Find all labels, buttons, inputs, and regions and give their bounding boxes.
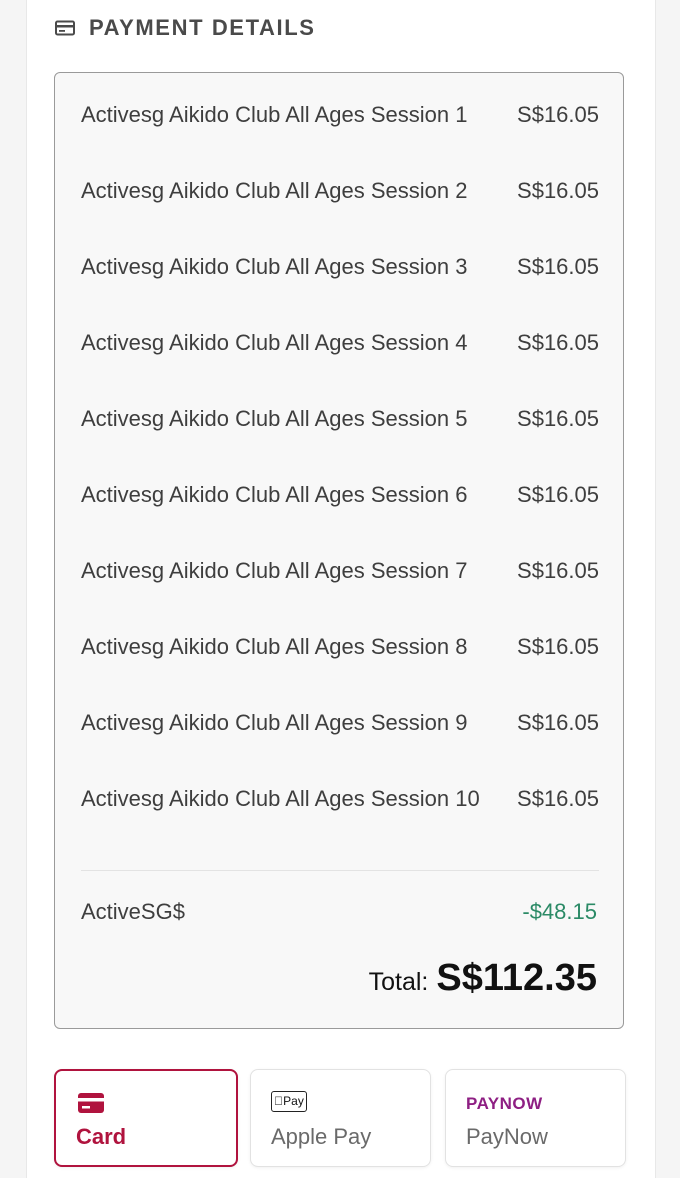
line-item-name: Activesg Aikido Club All Ages Session 8: [81, 634, 468, 659]
section-title: PAYMENT DETAILS: [89, 15, 316, 40]
paynow-button[interactable]: PAYNOW PayNow: [445, 1069, 626, 1167]
payment-panel: PAYMENT DETAILS Activesg Aikido Club All…: [26, 0, 656, 1178]
line-item-price: S$16.05: [517, 558, 599, 583]
section-heading: PAYMENT DETAILS: [55, 14, 316, 42]
paynow-logo: PAYNOW: [466, 1094, 543, 1113]
line-item-price: S$16.05: [517, 406, 599, 431]
line-item: Activesg Aikido Club All Ages Session 10…: [81, 783, 599, 847]
line-item-name: Activesg Aikido Club All Ages Session 5: [81, 406, 468, 431]
line-item: Activesg Aikido Club All Ages Session 4 …: [81, 327, 599, 391]
line-item-price: S$16.05: [517, 634, 599, 659]
order-summary: Activesg Aikido Club All Ages Session 1 …: [54, 72, 624, 1029]
line-item-name: Activesg Aikido Club All Ages Session 7: [81, 558, 468, 583]
line-item: Activesg Aikido Club All Ages Session 3 …: [81, 251, 599, 315]
card-payment-button[interactable]: Card: [54, 1069, 238, 1167]
apple-pay-label: Apple Pay: [271, 1124, 372, 1149]
line-item: Activesg Aikido Club All Ages Session 5 …: [81, 403, 599, 467]
card-payment-label: Card: [76, 1124, 127, 1149]
line-item: Activesg Aikido Club All Ages Session 9 …: [81, 707, 599, 771]
summary-divider: [81, 870, 599, 871]
line-item-price: S$16.05: [517, 102, 599, 127]
paynow-label: PayNow: [466, 1124, 548, 1149]
line-item: Activesg Aikido Club All Ages Session 1 …: [81, 99, 599, 163]
apple-logo-icon: : [274, 1094, 283, 1108]
line-item-name: Activesg Aikido Club All Ages Session 6: [81, 482, 468, 507]
line-item-name: Activesg Aikido Club All Ages Session 9: [81, 710, 468, 735]
line-item-price: S$16.05: [517, 254, 599, 279]
credit-value: -$48.15: [522, 899, 597, 924]
line-item-name: Activesg Aikido Club All Ages Session 1: [81, 102, 468, 127]
credit-card-icon: [55, 20, 75, 36]
line-item-price: S$16.05: [517, 330, 599, 355]
total-label: Total:: [368, 968, 429, 996]
apple-pay-icon: Pay: [271, 1091, 307, 1112]
line-item-price: S$16.05: [517, 482, 599, 507]
line-item-name: Activesg Aikido Club All Ages Session 4: [81, 330, 468, 355]
line-item-price: S$16.05: [517, 786, 599, 811]
line-item: Activesg Aikido Club All Ages Session 2 …: [81, 175, 599, 239]
line-item: Activesg Aikido Club All Ages Session 6 …: [81, 479, 599, 543]
line-item-price: S$16.05: [517, 710, 599, 735]
line-item-name: Activesg Aikido Club All Ages Session 2: [81, 178, 468, 203]
total-row: Total: S$112.35: [369, 957, 597, 1000]
line-item-name: Activesg Aikido Club All Ages Session 3: [81, 254, 468, 279]
line-item-price: S$16.05: [517, 178, 599, 203]
line-item: Activesg Aikido Club All Ages Session 7 …: [81, 555, 599, 619]
credit-card-icon: [78, 1093, 104, 1113]
apple-pay-badge-text: Pay: [278, 1094, 304, 1108]
total-value: S$112.35: [436, 957, 597, 999]
credit-label: ActiveSG$: [81, 899, 185, 924]
line-item: Activesg Aikido Club All Ages Session 8 …: [81, 631, 599, 695]
apple-pay-button[interactable]: Pay Apple Pay: [250, 1069, 431, 1167]
line-item-name: Activesg Aikido Club All Ages Session 10: [81, 786, 480, 811]
